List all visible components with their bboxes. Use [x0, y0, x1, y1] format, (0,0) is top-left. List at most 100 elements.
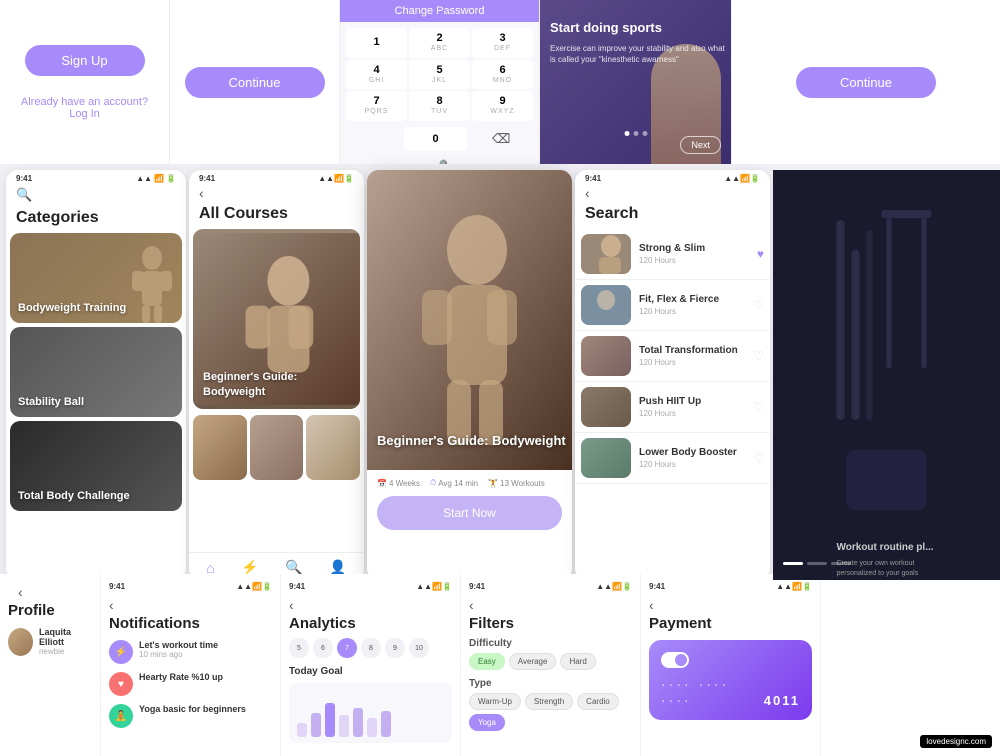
course-card-label: Beginner's Guide: Bodyweight — [203, 370, 360, 399]
notif-time-1: 10 mins ago — [139, 650, 218, 659]
sports-dots — [624, 131, 647, 136]
filters-status-bar: 9:41 ▲▲📶🔋 — [469, 582, 632, 595]
dot-1 — [624, 131, 629, 136]
course-thumb-2[interactable] — [250, 415, 304, 480]
notifications-title: Notifications — [109, 615, 272, 632]
key-delete[interactable]: ⌫ — [469, 127, 533, 151]
payment-back-button[interactable]: ‹ — [649, 595, 812, 615]
video-title-overlay: Beginner's Guide: Bodyweight — [377, 433, 566, 450]
bar-5 — [353, 708, 363, 737]
search-item-3[interactable]: Total Transformation 120 Hours ♡ — [575, 331, 770, 382]
profile-back-button[interactable]: ‹ — [8, 582, 92, 602]
notif-content-2: Hearty Rate %10 up — [139, 672, 223, 682]
sports-title: Start doing sports — [550, 20, 731, 37]
numpad-header: Change Password — [340, 0, 539, 22]
filter-warmup[interactable]: Warm-Up — [469, 693, 521, 710]
key-3[interactable]: 3DEF — [472, 28, 533, 58]
day-6[interactable]: 6 — [313, 638, 333, 658]
heart-icon-3[interactable]: ♡ — [753, 349, 764, 363]
day-8[interactable]: 8 — [361, 638, 381, 658]
profile-user: Laquita Elliott newbie — [8, 627, 92, 656]
search-item-2[interactable]: Fit, Flex & Fierce 120 Hours ♡ — [575, 280, 770, 331]
profile-info: Laquita Elliott newbie — [39, 627, 92, 656]
profile-name: Laquita Elliott — [39, 627, 92, 647]
filter-easy[interactable]: Easy — [469, 653, 505, 670]
search-back-button[interactable]: ‹ — [575, 183, 770, 203]
search-item-4[interactable]: Push HIIT Up 120 Hours ♡ — [575, 382, 770, 433]
analytics-back-button[interactable]: ‹ — [289, 595, 452, 615]
key-2[interactable]: 2ABC — [409, 28, 470, 58]
notif-back-button[interactable]: ‹ — [109, 595, 272, 615]
dot-2 — [633, 131, 638, 136]
signup-button[interactable]: Sign Up — [25, 45, 145, 76]
day-5[interactable]: 5 — [289, 638, 309, 658]
svg-text:personalized to your goals: personalized to your goals — [837, 570, 919, 577]
key-5[interactable]: 5JKL — [409, 60, 470, 90]
key-4[interactable]: 4GHI — [346, 60, 407, 90]
search-icon[interactable]: 🔍 — [6, 183, 186, 207]
heart-icon-2[interactable]: ♡ — [753, 298, 764, 312]
allcourses-back-button[interactable]: ‹ — [189, 183, 364, 203]
start-now-button[interactable]: Start Now — [377, 496, 562, 530]
day-9[interactable]: 9 — [385, 638, 405, 658]
heart-icon-4[interactable]: ♡ — [753, 400, 764, 414]
video-hero: 9:41 ▲▲📶🔋 ‹ ▶ Beginner's Guide: Bodyweig… — [367, 170, 572, 470]
search-info-3: Total Transformation 120 Hours — [639, 345, 745, 367]
category-card-totalbody[interactable]: Total Body Challenge — [10, 421, 182, 511]
search-hours-5: 120 Hours — [639, 460, 745, 469]
login-link[interactable]: Log In — [69, 108, 100, 120]
search-info-2: Fit, Flex & Fierce 120 Hours — [639, 294, 745, 316]
person-icon-1 — [127, 243, 177, 323]
categories-status-bar: 9:41 ▲▲ 📶 🔋 — [6, 170, 186, 183]
filter-strength[interactable]: Strength — [525, 693, 573, 710]
payment-toggle[interactable] — [661, 652, 689, 668]
key-0[interactable]: 0 — [404, 127, 468, 151]
day-7[interactable]: 7 — [337, 638, 357, 658]
key-7[interactable]: 7PQRS — [346, 91, 407, 121]
continue-button-top[interactable]: Continue — [185, 67, 325, 98]
featured-course-card[interactable]: Beginner's Guide: Bodyweight — [193, 229, 360, 409]
have-account-text: Already have an account? Log In — [20, 96, 149, 120]
heart-icon-1[interactable]: ♥ — [757, 247, 764, 261]
filter-yoga[interactable]: Yoga — [469, 714, 505, 731]
heart-icon-5[interactable]: ♡ — [753, 451, 764, 465]
course-thumb-1[interactable] — [193, 415, 247, 480]
search-thumb-4 — [581, 387, 631, 427]
payment-panel: 9:41 ▲▲📶🔋 ‹ Payment ···· ···· ···· 4011 — [640, 574, 820, 756]
search-thumb-1 — [581, 234, 631, 274]
notif-status-bar: 9:41 ▲▲📶🔋 — [109, 582, 272, 595]
search-item-1[interactable]: Strong & Slim 120 Hours ♥ — [575, 229, 770, 280]
categories-phone: 9:41 ▲▲ 📶 🔋 🔍 Categories Bodyweight Trai… — [6, 170, 186, 580]
filter-average[interactable]: Average — [509, 653, 557, 670]
filter-hard[interactable]: Hard — [560, 653, 595, 670]
key-8[interactable]: 8TUV — [409, 91, 470, 121]
filters-panel: 9:41 ▲▲📶🔋 ‹ Filters Difficulty Easy Aver… — [460, 574, 640, 756]
category-card-stability[interactable]: Stability Ball — [10, 327, 182, 417]
category-label-1: Bodyweight Training — [18, 301, 126, 315]
gym-dot-2 — [807, 562, 827, 565]
key-9[interactable]: 9WXYZ — [472, 91, 533, 121]
course-thumb-3[interactable] — [306, 415, 360, 480]
category-card-bodyweight[interactable]: Bodyweight Training — [10, 233, 182, 323]
next-button[interactable]: Next — [680, 136, 721, 154]
key-1[interactable]: 1 — [346, 28, 407, 58]
analytics-days: 5 6 7 8 9 10 — [289, 638, 452, 658]
notif-text-1: Let's workout time — [139, 640, 218, 650]
video-stat-workouts: 🏋 13 Workouts — [488, 478, 545, 488]
notif-workout-icon: ⚡ — [109, 640, 133, 664]
continue-button-right[interactable]: Continue — [796, 67, 936, 98]
allcourses-signal: ▲▲📶🔋 — [318, 174, 354, 183]
notif-item-1: ⚡ Let's workout time 10 mins ago — [109, 640, 272, 664]
filter-cardio[interactable]: Cardio — [577, 693, 619, 710]
day-10[interactable]: 10 — [409, 638, 429, 658]
search-person-icon-1 — [581, 234, 631, 274]
gym-dots-container — [773, 552, 1000, 565]
allcourses-status-bar: 9:41 ▲▲📶🔋 — [189, 170, 364, 183]
partial-panel: lovedesignc.com — [820, 574, 1000, 756]
profile-level: newbie — [39, 647, 92, 656]
search-item-5[interactable]: Lower Body Booster 120 Hours ♡ — [575, 433, 770, 484]
notif-heart-icon: ♥ — [109, 672, 133, 696]
mic-icon: 🎤 — [431, 155, 448, 164]
filters-back-button[interactable]: ‹ — [469, 595, 632, 615]
key-6[interactable]: 6MNO — [472, 60, 533, 90]
